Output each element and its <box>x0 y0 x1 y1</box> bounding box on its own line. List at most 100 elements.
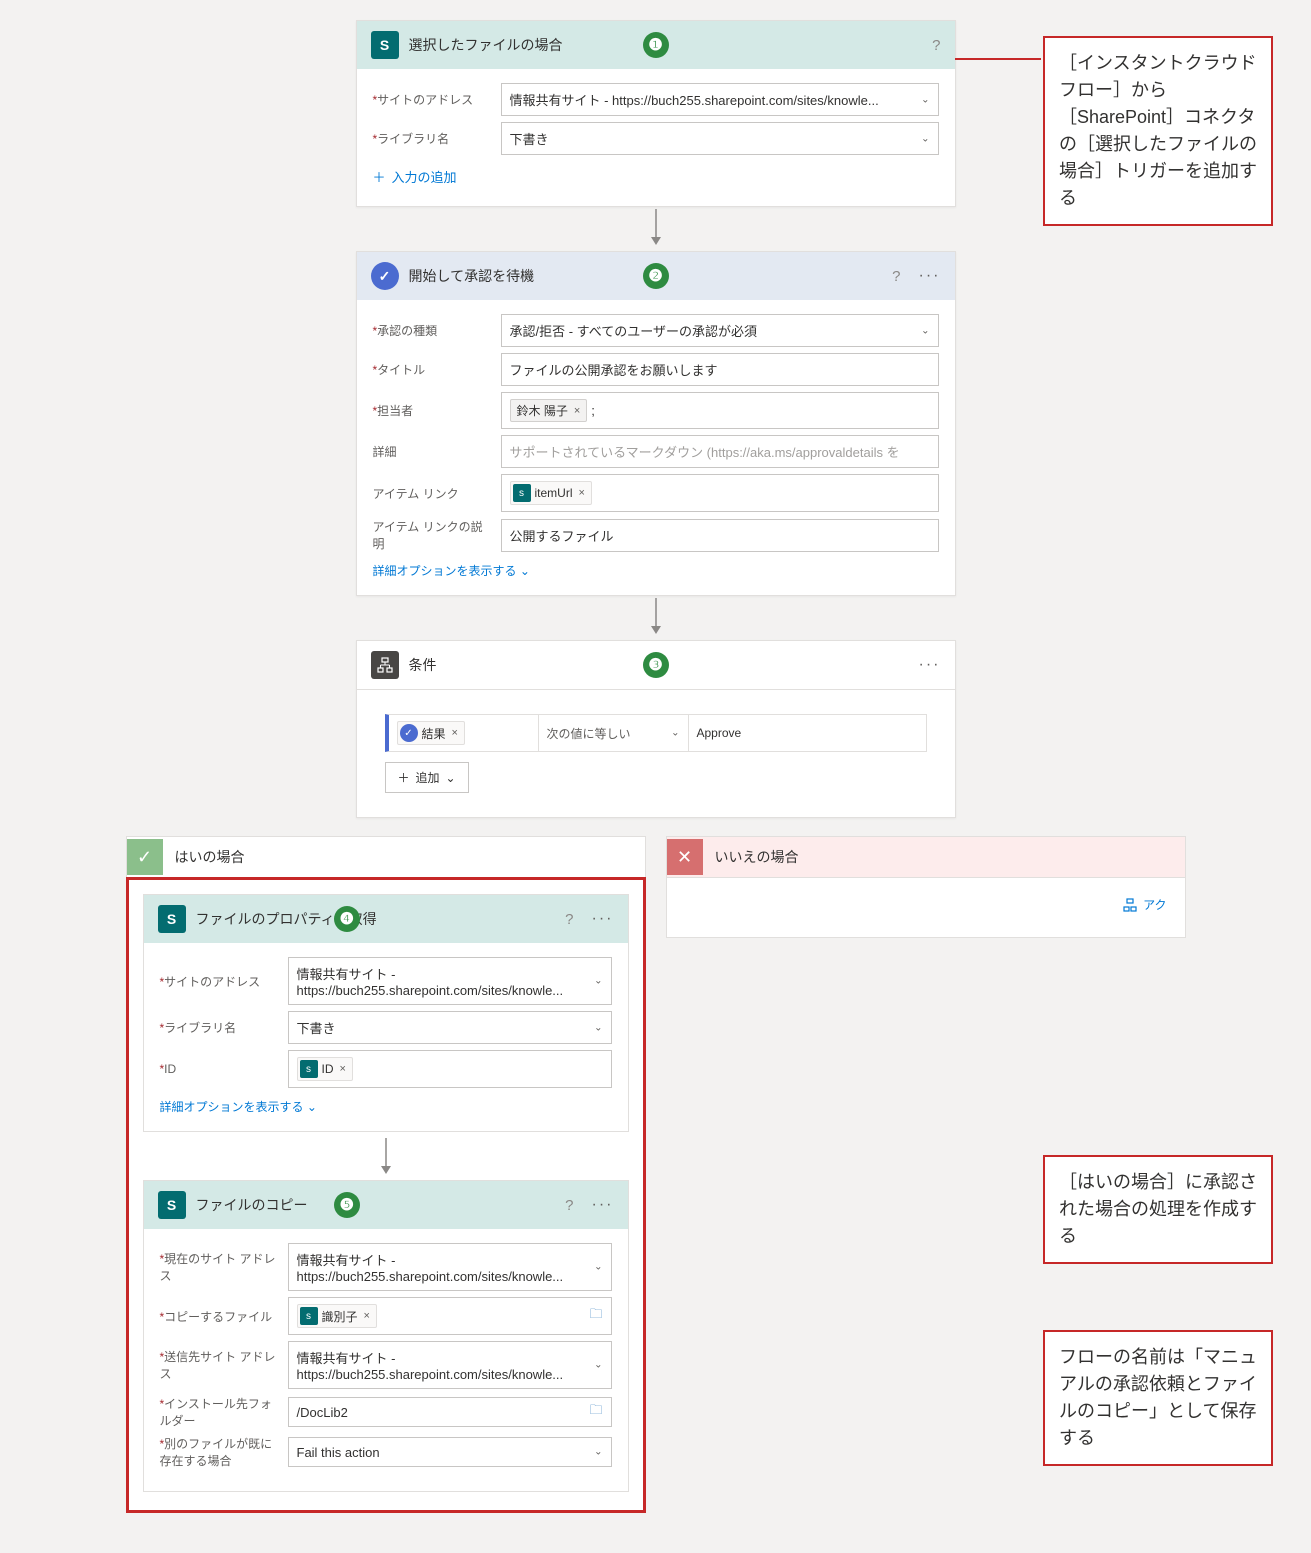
approval-type-dropdown[interactable]: 承認/拒否 - すべてのユーザーの承認が必須 ⌄ <box>501 314 939 347</box>
close-icon[interactable]: × <box>340 1063 346 1075</box>
sharepoint-icon: s <box>300 1307 318 1325</box>
itemlink-label: アイテム リンク <box>373 485 501 502</box>
help-icon[interactable]: ? <box>565 911 573 928</box>
itemurl-token[interactable]: s itemUrl × <box>510 481 592 505</box>
folder-icon[interactable]: 🗀 <box>589 1401 602 1423</box>
sharepoint-icon: s <box>513 484 531 502</box>
show-advanced-options[interactable]: 詳細オプションを表示する ⌄ <box>373 562 939 579</box>
show-advanced-options[interactable]: 詳細オプションを表示する ⌄ <box>160 1098 612 1115</box>
sharepoint-icon: S <box>158 905 186 933</box>
outcome-token[interactable]: ✓ 結果 × <box>397 721 465 745</box>
condition-icon <box>371 651 399 679</box>
no-branch: ✕ いいえの場合 アク <box>666 836 1186 938</box>
arrow-connector[interactable] <box>648 596 664 640</box>
if-exists-label: *別のファイルが既に存在する場合 <box>160 1435 288 1469</box>
get-properties-header[interactable]: S ファイルのプロパティの取得 ❹ ? ··· <box>144 895 628 943</box>
folder-icon[interactable]: 🗀 <box>589 1305 602 1327</box>
sharepoint-icon: S <box>158 1191 186 1219</box>
library-label: *ライブラリ名 <box>373 130 501 147</box>
chevron-down-icon: ⌄ <box>307 1100 317 1114</box>
id-token[interactable]: s ID × <box>297 1057 353 1081</box>
details-input[interactable]: サポートされているマークダウン (https://aka.ms/approval… <box>501 435 939 468</box>
install-folder-label: *インストール先フォルダー <box>160 1395 288 1429</box>
help-icon[interactable]: ? <box>892 268 900 285</box>
close-icon[interactable]: × <box>452 727 458 739</box>
assignee-token[interactable]: 鈴木 陽子 × <box>510 399 588 422</box>
trigger-header[interactable]: S 選択したファイルの場合 ❶ ? <box>357 21 955 69</box>
annotation-2-text: ［はいの場合］に承認された場合の処理を作成する <box>1059 1172 1257 1246</box>
help-icon[interactable]: ? <box>565 1197 573 1214</box>
add-action-link[interactable]: アク <box>685 896 1167 913</box>
more-icon[interactable]: ··· <box>592 1196 614 1214</box>
action-icon <box>1123 898 1137 912</box>
chevron-down-icon: ⌄ <box>921 325 929 336</box>
annotation-1: ［インスタントクラウドフロー］から［SharePoint］コネクタの［選択したフ… <box>1043 36 1273 226</box>
step-badge-4: ❹ <box>334 906 360 932</box>
chevron-down-icon: ⌄ <box>594 1262 602 1273</box>
arrow-connector[interactable] <box>143 1136 629 1180</box>
condition-left[interactable]: ✓ 結果 × <box>389 715 539 751</box>
no-branch-header[interactable]: ✕ いいえの場合 <box>666 836 1186 878</box>
no-branch-title: いいえの場合 <box>715 847 799 867</box>
step-badge-5: ❺ <box>334 1192 360 1218</box>
assignee-label: *担当者 <box>373 402 501 419</box>
condition-right[interactable]: Approve <box>689 715 926 751</box>
site-address-dropdown[interactable]: 情報共有サイト - https://buch255.sharepoint.com… <box>288 957 612 1005</box>
identifier-token[interactable]: s 識別子 × <box>297 1304 377 1328</box>
more-icon[interactable]: ··· <box>592 910 614 928</box>
annotation-1-text: ［インスタントクラウドフロー］から［SharePoint］コネクタの［選択したフ… <box>1059 53 1257 208</box>
library-dropdown[interactable]: 下書き ⌄ <box>501 122 939 155</box>
itemlinkdesc-input[interactable]: 公開するファイル <box>501 519 939 552</box>
site-address-dropdown[interactable]: 情報共有サイト - https://buch255.sharepoint.com… <box>501 83 939 116</box>
approval-type-label: *承認の種類 <box>373 322 501 339</box>
add-condition-button[interactable]: ＋ 追加 ⌄ <box>385 762 469 793</box>
condition-card: 条件 ❸ ··· ✓ 結果 × 次の値に等しい ⌄ <box>356 640 956 818</box>
install-folder-input[interactable]: /DocLib2 🗀 <box>288 1397 612 1427</box>
dest-site-dropdown[interactable]: 情報共有サイト - https://buch255.sharepoint.com… <box>288 1341 612 1389</box>
id-input[interactable]: s ID × <box>288 1050 612 1088</box>
assignee-input[interactable]: 鈴木 陽子 × ; <box>501 392 939 429</box>
arrow-connector[interactable] <box>648 207 664 251</box>
condition-row: ✓ 結果 × 次の値に等しい ⌄ Approve <box>385 714 927 752</box>
annotation-3: フローの名前は「マニュアルの承認依頼とファイルのコピー」として保存する <box>1043 1330 1273 1466</box>
chevron-down-icon: ⌄ <box>671 728 679 739</box>
yes-branch-header[interactable]: ✓ はいの場合 <box>126 836 646 878</box>
more-icon[interactable]: ··· <box>919 267 941 285</box>
copy-file-title: ファイルのコピー <box>196 1195 556 1215</box>
yes-branch-title: はいの場合 <box>175 847 245 867</box>
x-icon: ✕ <box>667 839 703 875</box>
add-input-link[interactable]: ＋ 入力の追加 <box>373 167 939 186</box>
current-site-label: *現在のサイト アドレス <box>160 1250 288 1284</box>
close-icon[interactable]: × <box>574 405 580 417</box>
approval-header[interactable]: ✓ 開始して承認を待機 ❷ ? ··· <box>357 252 955 300</box>
chevron-down-icon: ⌄ <box>921 94 929 105</box>
copy-file-header[interactable]: S ファイルのコピー ❺ ? ··· <box>144 1181 628 1229</box>
action-card-copy-file: S ファイルのコピー ❺ ? ··· *現在のサイト アドレス 情報共有サイト … <box>143 1180 629 1492</box>
library-label: *ライブラリ名 <box>160 1019 288 1036</box>
sharepoint-icon: S <box>371 31 399 59</box>
condition-header[interactable]: 条件 ❸ ··· <box>357 641 955 690</box>
close-icon[interactable]: × <box>579 487 585 499</box>
if-exists-dropdown[interactable]: Fail this action ⌄ <box>288 1437 612 1467</box>
itemlink-input[interactable]: s itemUrl × <box>501 474 939 512</box>
condition-operator[interactable]: 次の値に等しい ⌄ <box>539 715 689 751</box>
step-badge-2: ❷ <box>643 263 669 289</box>
close-icon[interactable]: × <box>364 1310 370 1322</box>
annotation-3-text: フローの名前は「マニュアルの承認依頼とファイルのコピー」として保存する <box>1059 1347 1257 1448</box>
step-badge-1: ❶ <box>643 32 669 58</box>
help-icon[interactable]: ? <box>932 37 940 54</box>
id-label: *ID <box>160 1062 288 1076</box>
title-input[interactable]: ファイルの公開承認をお願いします <box>501 353 939 386</box>
yes-branch: ✓ はいの場合 S ファイルのプロパティの取得 ❹ ? ··· <box>126 836 646 1513</box>
site-address-label: *サイトのアドレス <box>160 973 288 990</box>
more-icon[interactable]: ··· <box>919 656 941 674</box>
copy-file-label: *コピーするファイル <box>160 1308 288 1325</box>
approval-icon: ✓ <box>371 262 399 290</box>
copy-file-input[interactable]: s 識別子 × 🗀 <box>288 1297 612 1335</box>
chevron-down-icon: ⌄ <box>594 1447 602 1458</box>
library-dropdown[interactable]: 下書き ⌄ <box>288 1011 612 1044</box>
current-site-dropdown[interactable]: 情報共有サイト - https://buch255.sharepoint.com… <box>288 1243 612 1291</box>
trigger-card-selected-file: S 選択したファイルの場合 ❶ ? *サイトのアドレス 情報共有サイト - ht… <box>356 20 956 207</box>
itemlinkdesc-label: アイテム リンクの説明 <box>373 518 501 552</box>
step-badge-3: ❸ <box>643 652 669 678</box>
